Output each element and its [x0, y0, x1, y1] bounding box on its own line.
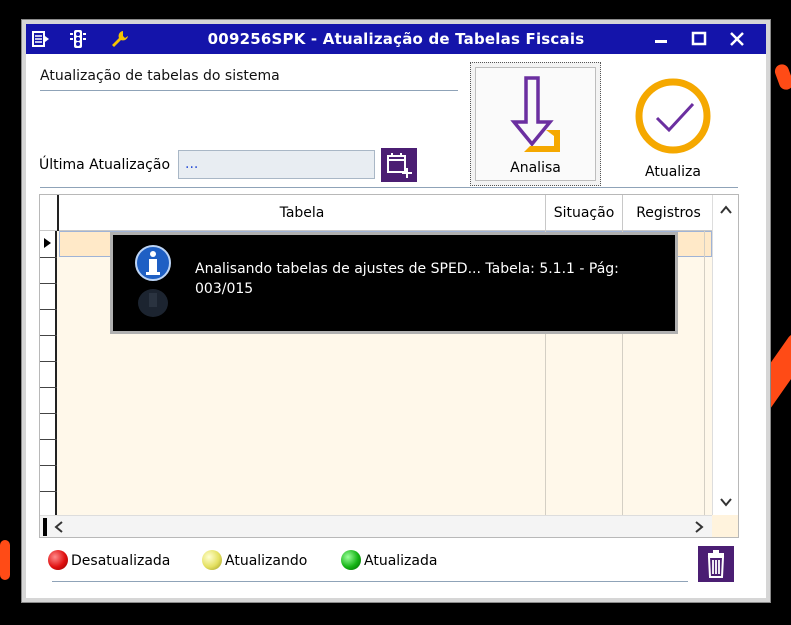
- grid-header: Tabela Situação Registros: [40, 195, 712, 231]
- maximize-icon: [691, 31, 707, 46]
- scroll-left-icon: [54, 521, 63, 533]
- scroll-up-icon: [720, 205, 732, 214]
- wrench-icon[interactable]: [110, 29, 130, 49]
- background-accent: [772, 62, 791, 92]
- notification-message: Analisando tabelas de ajustes de SPED...…: [195, 261, 619, 297]
- column-divider: [704, 231, 705, 515]
- current-row-pointer-icon: [44, 238, 51, 248]
- window-title: 009256SPK - Atualização de Tabelas Fisca…: [207, 30, 585, 48]
- scroll-right-icon: [695, 521, 704, 533]
- green-status-icon: [341, 550, 361, 570]
- column-header-situacao[interactable]: Situação: [545, 195, 622, 231]
- info-icon: [135, 245, 171, 317]
- legend-item-atualizando: Atualizando: [202, 550, 307, 570]
- analisa-button-face: Analisa: [475, 67, 596, 181]
- check-circle-icon: [635, 78, 711, 154]
- analisa-button[interactable]: Analisa: [470, 62, 601, 186]
- scroll-position-marker: [43, 518, 47, 536]
- scroll-down-icon: [720, 498, 732, 507]
- maximize-button[interactable]: [686, 28, 712, 50]
- yellow-status-icon: [202, 550, 222, 570]
- legend-label: Atualizada: [364, 553, 438, 569]
- legend-label: Desatualizada: [71, 553, 171, 569]
- calendar-button[interactable]: [381, 148, 417, 182]
- row-indicator-column: [40, 231, 57, 515]
- legend-item-atualizada: Atualizada: [341, 550, 437, 570]
- vertical-scrollbar[interactable]: [712, 195, 738, 515]
- traffic-light-icon[interactable]: [68, 29, 88, 49]
- trash-icon: [707, 550, 725, 578]
- atualiza-label: Atualiza: [645, 164, 701, 180]
- atualiza-button[interactable]: Atualiza: [623, 64, 723, 184]
- last-update-field[interactable]: ...: [178, 150, 375, 179]
- title-bar[interactable]: 009256SPK - Atualização de Tabelas Fisca…: [26, 24, 766, 54]
- download-arrow-icon: [510, 76, 560, 152]
- header-separator: [40, 187, 738, 188]
- calendar-add-icon: [387, 153, 412, 178]
- scrollbar-corner: [712, 515, 738, 537]
- close-icon: [730, 32, 744, 46]
- section-label: Atualização de tabelas do sistema: [40, 68, 280, 84]
- legend-item-desatualizada: Desatualizada: [48, 550, 170, 570]
- progress-notification: Analisando tabelas de ajustes de SPED...…: [110, 232, 678, 334]
- column-header-registros[interactable]: Registros: [622, 195, 714, 231]
- section-separator: [40, 90, 458, 91]
- main-window: 009256SPK - Atualização de Tabelas Fisca…: [21, 19, 771, 603]
- red-status-icon: [48, 550, 68, 570]
- minimize-icon: [655, 40, 667, 43]
- menu-icon[interactable]: [30, 29, 50, 49]
- column-header-tabela[interactable]: Tabela: [57, 195, 545, 231]
- close-button[interactable]: [724, 28, 750, 50]
- minimize-button[interactable]: [648, 28, 674, 50]
- last-update-label: Última Atualização: [39, 157, 171, 173]
- footer-separator: [52, 581, 688, 582]
- legend-label: Atualizando: [225, 553, 308, 569]
- analisa-label: Analisa: [510, 160, 561, 176]
- delete-button[interactable]: [698, 546, 734, 582]
- background-accent: [0, 540, 10, 580]
- horizontal-scrollbar[interactable]: [40, 515, 712, 537]
